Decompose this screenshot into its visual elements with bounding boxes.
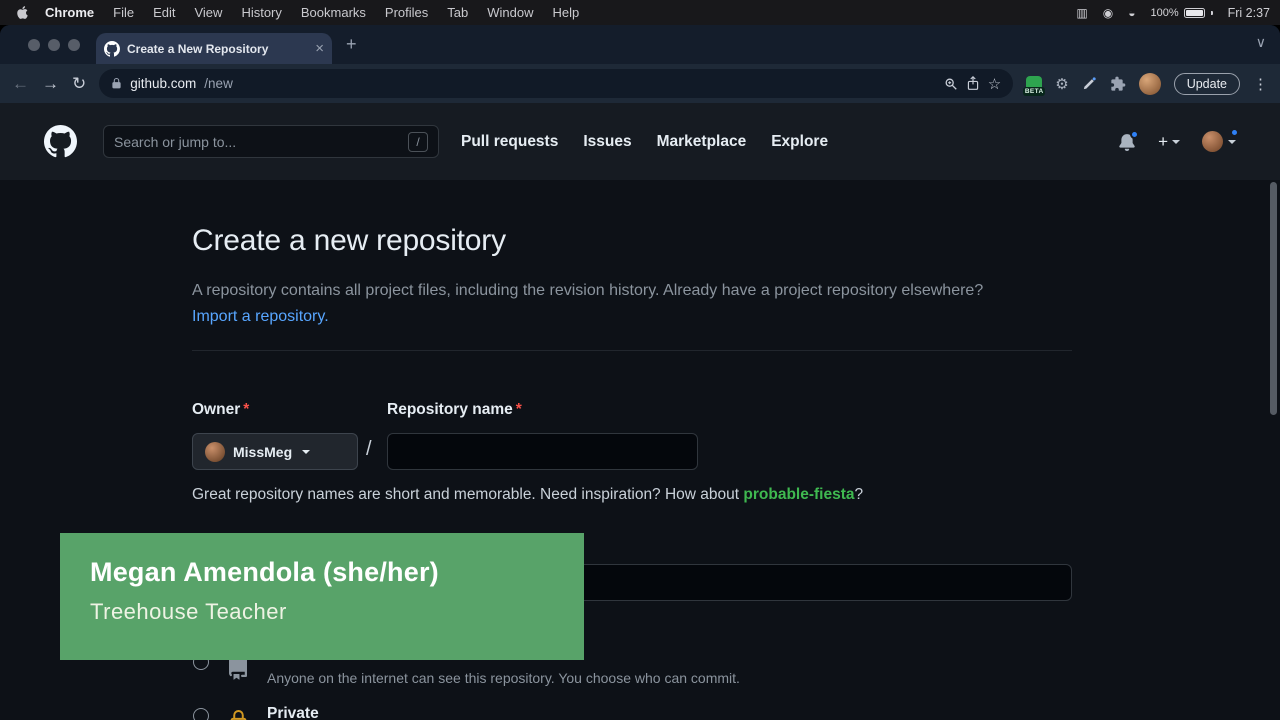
menubar-item-profiles[interactable]: Profiles: [385, 5, 428, 20]
chevron-down-icon: [1228, 140, 1236, 144]
menubar-app-name[interactable]: Chrome: [45, 5, 94, 20]
github-header-actions: +: [1118, 131, 1236, 152]
zoom-icon[interactable]: [944, 77, 958, 91]
status-record-icon[interactable]: ◉: [1103, 6, 1113, 20]
nav-pull-requests[interactable]: Pull requests: [461, 133, 558, 151]
owner-select-button[interactable]: MissMeg: [192, 433, 358, 470]
owner-avatar: [205, 442, 225, 462]
battery-percent: 100%: [1150, 7, 1178, 19]
browser-profile-avatar[interactable]: [1139, 73, 1161, 95]
github-search-box[interactable]: /: [103, 125, 439, 158]
plus-icon: +: [1158, 132, 1168, 152]
name-card-overlay: Megan Amendola (she/her) Treehouse Teach…: [60, 533, 584, 660]
screen: Chrome File Edit View History Bookmarks …: [0, 0, 1280, 720]
divider: [192, 350, 1072, 351]
back-button[interactable]: ←: [12, 75, 29, 92]
traffic-lights: [28, 39, 80, 51]
private-radio[interactable]: [193, 708, 209, 720]
tab-close-icon[interactable]: ×: [315, 41, 324, 56]
intro-text: A repository contains all project files,…: [192, 282, 983, 299]
address-bar[interactable]: github.com/new ☆: [99, 69, 1013, 98]
nav-explore[interactable]: Explore: [771, 133, 828, 151]
status-grid-icon[interactable]: ▥: [1076, 6, 1087, 20]
share-icon[interactable]: [966, 76, 980, 91]
private-option-label[interactable]: Private: [267, 705, 319, 720]
minimize-window-button[interactable]: [48, 39, 60, 51]
chevron-down-icon: [1172, 140, 1180, 144]
padlock-icon[interactable]: [111, 77, 122, 90]
battery-icon: [1184, 8, 1205, 18]
github-logo[interactable]: [44, 125, 77, 158]
repository-name-input[interactable]: [387, 433, 698, 470]
chevron-down-icon: [302, 450, 310, 454]
repo-name-hint: Great repository names are short and mem…: [192, 486, 863, 504]
overlay-person-role: Treehouse Teacher: [90, 599, 584, 625]
github-nav: Pull requests Issues Marketplace Explore: [461, 133, 828, 151]
owner-name: MissMeg: [233, 444, 292, 460]
page-title: Create a new repository: [192, 224, 506, 258]
repository-name-label: Repository name*: [387, 401, 522, 419]
user-avatar-menu[interactable]: [1202, 131, 1236, 152]
url-host: github.com: [130, 76, 196, 91]
macos-menubar: Chrome File Edit View History Bookmarks …: [0, 0, 1280, 25]
nav-marketplace[interactable]: Marketplace: [657, 133, 747, 151]
user-avatar: [1202, 131, 1223, 152]
menubar-item-file[interactable]: File: [113, 5, 134, 20]
page-intro: A repository contains all project files,…: [192, 278, 1020, 330]
apple-icon[interactable]: [16, 5, 29, 20]
menubar-item-view[interactable]: View: [194, 5, 222, 20]
menubar-item-edit[interactable]: Edit: [153, 5, 175, 20]
menubar-item-tab[interactable]: Tab: [447, 5, 468, 20]
browser-menu-icon[interactable]: ⋮: [1253, 75, 1268, 93]
new-tab-button[interactable]: +: [346, 34, 357, 55]
tab-strip: Create a New Repository × + ∨: [0, 25, 1280, 64]
search-shortcut-badge: /: [408, 132, 428, 152]
avatar-notification-dot: [1230, 128, 1239, 137]
menubar-status-area: ▥ ◉ ◒ 100% Fri 2:37: [1076, 6, 1280, 20]
github-header: / Pull requests Issues Marketplace Explo…: [0, 103, 1280, 180]
owner-repo-separator: /: [366, 438, 372, 461]
notification-dot: [1130, 130, 1139, 139]
extensions-puzzle-icon[interactable]: [1110, 76, 1126, 92]
close-window-button[interactable]: [28, 39, 40, 51]
owner-label: Owner*: [192, 401, 249, 419]
url-path: /new: [204, 76, 233, 91]
nav-issues[interactable]: Issues: [583, 133, 631, 151]
beta-extension-icon[interactable]: BETA: [1026, 76, 1042, 92]
search-input[interactable]: [114, 134, 400, 150]
menubar-item-bookmarks[interactable]: Bookmarks: [301, 5, 366, 20]
required-asterisk: *: [243, 401, 249, 418]
repo-book-icon: [226, 656, 250, 685]
import-repository-link[interactable]: Import a repository.: [192, 308, 329, 325]
battery-tip: [1211, 11, 1213, 15]
bookmark-star-icon[interactable]: ☆: [988, 75, 1001, 93]
status-mirror-icon[interactable]: ◒: [1128, 6, 1135, 20]
tab-search-icon[interactable]: ∨: [1256, 34, 1266, 51]
github-favicon: [104, 41, 120, 57]
browser-tab[interactable]: Create a New Repository ×: [96, 33, 332, 64]
notifications-bell-icon[interactable]: [1118, 133, 1136, 151]
tab-title: Create a New Repository: [127, 42, 308, 56]
pen-extension-icon[interactable]: [1082, 76, 1097, 91]
zoom-window-button[interactable]: [68, 39, 80, 51]
gear-extension-icon[interactable]: ⚙: [1055, 75, 1068, 93]
public-option-description: Anyone on the internet can see this repo…: [267, 670, 740, 686]
battery-indicator[interactable]: 100%: [1150, 7, 1212, 19]
update-button[interactable]: Update: [1174, 73, 1240, 95]
create-new-menu[interactable]: +: [1158, 132, 1180, 152]
menubar-clock[interactable]: Fri 2:37: [1228, 6, 1270, 20]
overlay-person-name: Megan Amendola (she/her): [90, 557, 584, 588]
scrollbar-thumb[interactable]: [1270, 182, 1277, 415]
menubar-item-history[interactable]: History: [241, 5, 281, 20]
reload-button[interactable]: ↻: [72, 75, 86, 92]
menubar-item-help[interactable]: Help: [553, 5, 580, 20]
forward-button[interactable]: →: [42, 75, 59, 92]
lock-icon: [228, 710, 249, 720]
browser-toolbar: ← → ↻ github.com/new ☆ BETA: [0, 64, 1280, 103]
suggested-repo-name-link[interactable]: probable-fiesta: [743, 486, 854, 503]
menubar-item-window[interactable]: Window: [487, 5, 533, 20]
required-asterisk: *: [516, 401, 522, 418]
